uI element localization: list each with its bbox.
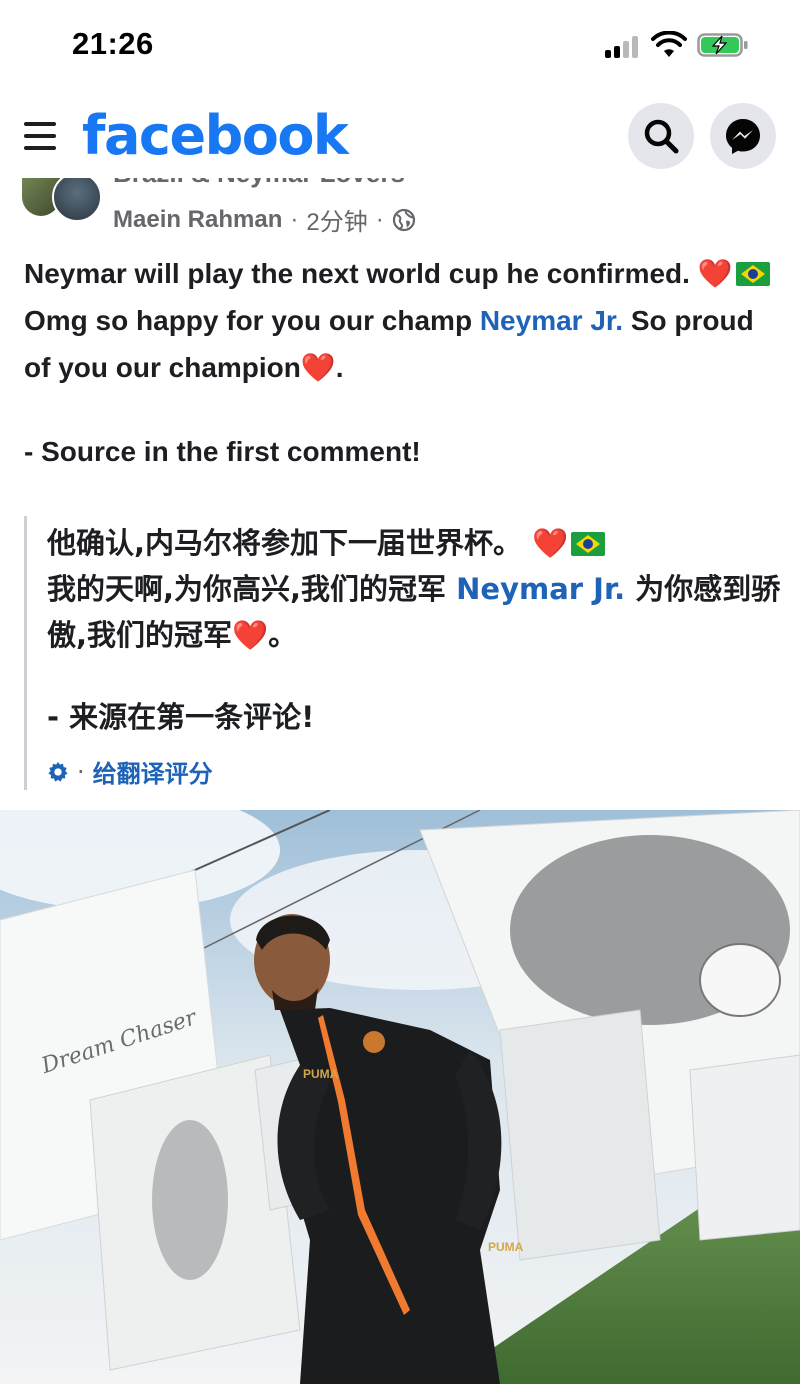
brazil-flag-emoji [571, 532, 606, 556]
translation-block: 他确认,内马尔将参加下一届世界杯。 ❤️ 我的天啊,为你高兴,我们的冠军 Ney… [24, 516, 787, 790]
translation-line: 。 [268, 618, 298, 652]
heart-emoji: ❤️ [232, 618, 269, 652]
svg-text:PUMA: PUMA [488, 1240, 524, 1254]
post-text-line: Omg so happy for you our champ [24, 305, 480, 336]
post-meta: Maein Rahman · 2分钟 · [113, 202, 416, 237]
brazil-flag-emoji [735, 262, 770, 286]
gear-icon[interactable] [47, 761, 69, 783]
facebook-logo[interactable]: facebook [82, 104, 349, 167]
translation-line: 他确认,内马尔将参加下一届世界杯。 [47, 526, 533, 560]
author-name[interactable]: Maein Rahman [113, 206, 282, 234]
battery-charging-icon [697, 33, 748, 57]
post-text-line: Neymar will play the next world cup he c… [24, 258, 698, 289]
rate-translation-link[interactable]: 给翻译评分 [93, 754, 213, 789]
translation-text: 他确认,内马尔将参加下一届世界杯。 ❤️ 我的天啊,为你高兴,我们的冠军 Ney… [47, 520, 787, 740]
messenger-icon [726, 119, 760, 154]
heart-emoji: ❤️ [697, 258, 733, 289]
search-button[interactable] [628, 103, 694, 169]
menu-icon[interactable] [24, 122, 58, 152]
rate-translation[interactable]: · 给翻译评分 [47, 754, 213, 789]
translation-line: 我的天啊,为你高兴,我们的冠军 [47, 572, 457, 606]
heart-emoji: ❤️ [532, 526, 569, 560]
post-photo[interactable]: Dream Chaser PUMA PUMA [0, 810, 800, 1384]
post-header: Brazil & Neymar Lovers Maein Rahman · 2分… [0, 178, 800, 240]
status-time: 21:26 [72, 26, 154, 61]
mention-link[interactable]: Neymar Jr. [456, 572, 625, 606]
heart-emoji: ❤️ [300, 352, 336, 383]
post-text-line: . [335, 352, 344, 383]
app-header: facebook [0, 96, 800, 178]
svg-text:PUMA: PUMA [303, 1067, 339, 1081]
translation-paragraph: 我的天啊,为你高兴,我们的冠军 Neymar Jr. 为你感到骄傲,我们的冠军❤… [47, 566, 787, 658]
search-icon [644, 119, 679, 154]
translation-paragraph: 他确认,内马尔将参加下一届世界杯。 ❤️ [47, 520, 787, 566]
post-paragraph: Neymar will play the next world cup he c… [24, 250, 784, 297]
group-name[interactable]: Brazil & Neymar Lovers [113, 178, 405, 189]
wifi-icon [651, 31, 687, 57]
post-paragraph: - Source in the first comment! [24, 436, 421, 467]
avatar[interactable] [22, 178, 102, 224]
post-body: Neymar will play the next world cup he c… [24, 250, 784, 475]
translation-paragraph: - 来源在第一条评论! [47, 700, 315, 734]
cellular-signal-icon [605, 36, 641, 58]
status-bar: 21:26 [0, 0, 800, 88]
mention-link[interactable]: Neymar Jr. [480, 305, 623, 336]
globe-icon [392, 208, 415, 231]
author-avatar[interactable] [52, 178, 102, 222]
photo-illustration: Dream Chaser PUMA PUMA [0, 810, 800, 1384]
messenger-button[interactable] [710, 103, 776, 169]
post-paragraph: Omg so happy for you our champ Neymar Jr… [24, 297, 784, 391]
post-time[interactable]: 2分钟 [306, 202, 367, 237]
group-name-emoji [520, 178, 590, 186]
